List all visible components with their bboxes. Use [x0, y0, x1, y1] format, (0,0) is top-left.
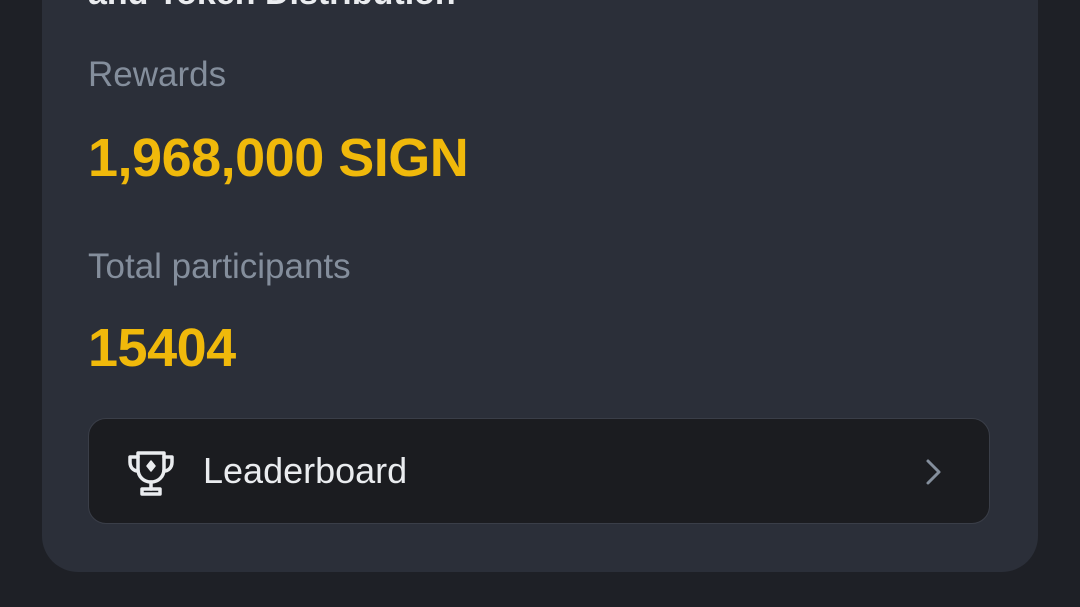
- chevron-right-icon: [921, 458, 945, 486]
- trophy-icon: [125, 447, 177, 499]
- leaderboard-button[interactable]: Leaderboard: [88, 418, 990, 524]
- leaderboard-label: Leaderboard: [203, 450, 408, 491]
- rewards-label: Rewards: [88, 55, 227, 94]
- card-title: and Token Distribution: [88, 0, 456, 10]
- participants-label: Total participants: [88, 247, 351, 286]
- rewards-value: 1,968,000 SIGN: [88, 128, 469, 188]
- participants-value: 15404: [88, 318, 236, 378]
